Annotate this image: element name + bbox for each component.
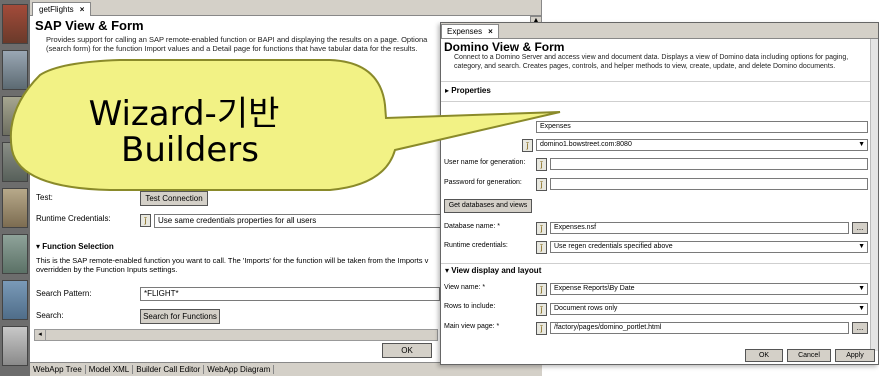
main-view-page-label: Main view page: * [444,323,500,330]
runtime-credentials-select[interactable]: Use regen credentials specified above [550,241,868,253]
indirect-reference-icon[interactable]: ǰ [522,139,533,152]
chevron-left-icon[interactable]: ◂ [35,330,46,340]
indirect-reference-icon[interactable]: ǰ [536,178,547,191]
indirect-reference-icon[interactable]: ǰ [536,158,547,171]
divider [441,81,873,82]
view-display-header[interactable]: ▾ View display and layout [445,266,541,275]
ok-button[interactable]: OK [382,343,432,358]
password-input[interactable] [550,178,868,190]
thumbnail-strip [0,0,30,376]
indirect-reference-icon[interactable]: ǰ [536,222,547,235]
tab-label: Expenses [447,27,483,36]
function-selection-header[interactable]: ▾ Function Selection [36,242,114,251]
thumbnail-image[interactable] [2,96,28,136]
view-name-select[interactable]: Expense Reports\By Date [550,283,868,295]
tab-label: getFlights [39,5,74,14]
rows-to-include-label: Rows to include: [444,303,496,310]
vertical-scrollbar[interactable] [870,39,878,351]
tab-expenses[interactable]: Expenses × [441,24,499,38]
test-connection-button[interactable]: Test Connection [140,191,208,206]
tab-model-xml[interactable]: Model XML [85,365,134,374]
description-line: overridden by the Function Inputs settin… [36,265,178,274]
tab-webapp-tree[interactable]: WebApp Tree [30,365,86,374]
description-line: This is the SAP remote-enabled function … [36,256,429,265]
password-label: Password for generation: [444,179,522,186]
thumbnail-image[interactable] [2,188,28,228]
database-name-label: Database name: * [444,223,501,230]
search-pattern-label: Search Pattern: [36,289,92,298]
name-label: Name: [444,122,465,129]
page-title: Domino View & Form [444,40,565,54]
cancel-button[interactable]: Cancel [787,349,831,362]
user-name-input[interactable] [550,158,868,170]
thumbnail-image[interactable] [2,50,28,90]
thumbnail-image[interactable] [2,234,28,274]
sap-tab-bar: getFlights × ▲ [30,0,542,30]
domino-tab-bar: Expenses × [441,23,878,39]
close-icon[interactable]: × [80,5,85,14]
thumbnail-image[interactable] [2,280,28,320]
runtime-credentials-label: Runtime credentials: [444,242,508,249]
divider [441,101,873,102]
tab-builder-call-editor[interactable]: Builder Call Editor [133,365,205,374]
browse-database-button[interactable]: ... [852,222,868,234]
search-label: Search: [36,311,64,320]
runtime-credentials-label: Runtime Credentials: [36,214,111,223]
builder-description: Connect to a Domino Server and access vi… [454,54,874,71]
section-title: Properties [451,86,491,95]
indirect-reference-icon[interactable]: ǰ [536,303,547,316]
indirect-reference-icon[interactable]: ǰ [140,214,151,227]
search-pattern-input[interactable]: *FLIGHT* [140,287,440,301]
thumbnail-image[interactable] [2,4,28,44]
indirect-reference-icon[interactable]: ǰ [536,241,547,254]
server-select[interactable]: domino1.bowstreet.com:8080 [536,139,868,151]
get-databases-button[interactable]: Get databases and views [444,199,532,213]
horizontal-scrollbar[interactable]: ◂ [34,329,438,341]
description-line: category, and search. Creates pages, con… [454,62,836,70]
description-line: Connect to a Domino Server and access vi… [454,54,849,61]
tab-webapp-diagram[interactable]: WebApp Diagram [204,365,275,374]
properties-header[interactable]: ▸ Properties [445,86,491,95]
name-input[interactable]: Expenses [536,121,868,133]
indirect-reference-icon[interactable]: ǰ [536,283,547,296]
test-label: Test: [36,193,53,202]
database-name-input[interactable]: Expenses.nsf [550,222,849,234]
apply-button[interactable]: Apply [835,349,875,362]
domino-editor-window: Expenses × Domino View & Form Connect to … [440,22,879,365]
function-selection-description: This is the SAP remote-enabled function … [36,256,446,274]
view-name-label: View name: * [444,284,486,291]
tab-getflights[interactable]: getFlights × [32,2,92,16]
close-icon[interactable]: × [488,27,493,36]
page-title: SAP View & Form [35,18,144,33]
thumbnail-image[interactable] [2,142,28,182]
rows-to-include-select[interactable]: Document rows only [550,303,868,315]
user-name-label: User name for generation: [444,159,526,166]
main-view-page-input[interactable]: /factory/pages/domino_portlet.html [550,322,849,334]
thumbnail-image[interactable] [2,326,28,366]
indirect-reference-icon[interactable]: ǰ [536,322,547,335]
search-for-functions-button[interactable]: Search for Functions [140,309,220,324]
browse-page-button[interactable]: ... [852,322,868,334]
divider [441,263,873,264]
runtime-credentials-select[interactable]: Use same credentials properties for all … [154,214,444,228]
ok-button[interactable]: OK [745,349,783,362]
section-title: Function Selection [42,242,114,251]
section-title: View display and layout [451,266,542,275]
